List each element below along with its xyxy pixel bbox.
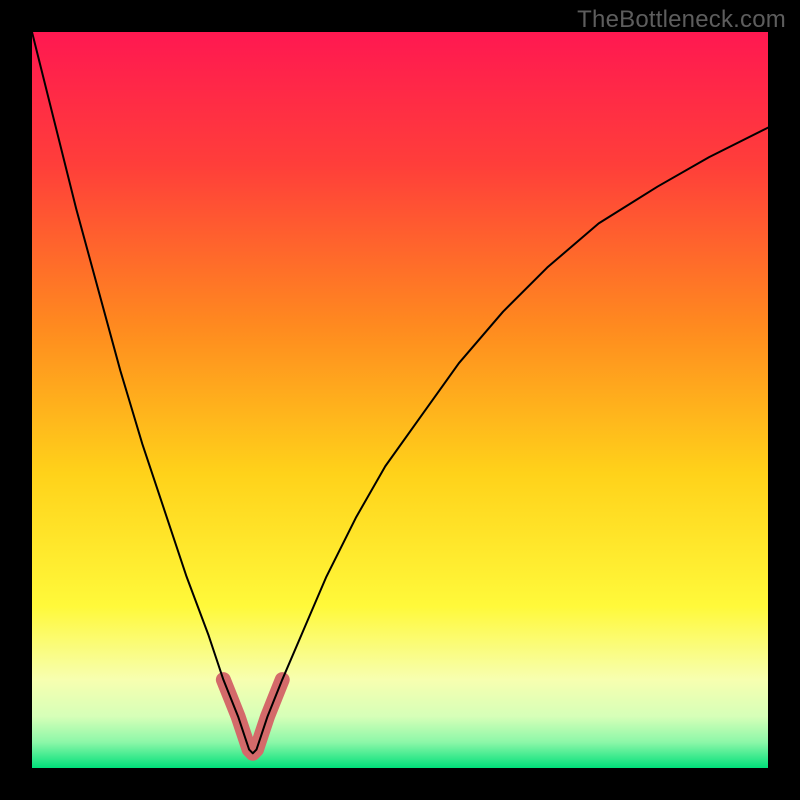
curve-line [32, 32, 768, 753]
outer-frame: TheBottleneck.com [0, 0, 800, 800]
watermark: TheBottleneck.com [577, 6, 786, 34]
bottleneck-curve [32, 32, 768, 768]
highlight-band [223, 680, 282, 754]
plot-area [32, 32, 768, 768]
